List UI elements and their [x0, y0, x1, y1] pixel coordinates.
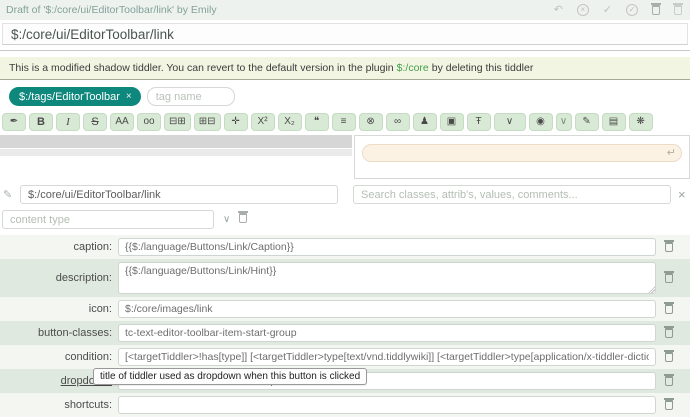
- field-label-shortcuts: shortcuts:: [0, 399, 118, 411]
- more-icon[interactable]: ❋: [629, 113, 653, 131]
- return-arrow-icon[interactable]: ↵: [667, 146, 676, 159]
- field-delete-shortcuts-button[interactable]: [656, 400, 682, 410]
- content-type-row: ∨: [0, 210, 690, 235]
- tag-pill-editortoolbar[interactable]: $:/tags/EditorToolbar ×: [9, 87, 141, 106]
- stamp-icon[interactable]: ♟: [413, 113, 437, 131]
- field-input-icon[interactable]: [118, 300, 656, 318]
- preview-field-input[interactable]: ↵: [362, 144, 682, 162]
- header-actions: ↶ × ✓ ✓: [554, 4, 682, 16]
- tag-pill-label: $:/tags/EditorToolbar: [19, 91, 120, 103]
- editor-toolbar: ✒ B I S AA oo ⊟⊞ ⊞⊟ ✛ X² X₂ ❝ ≡ ⊗ ∞ ♟ ▣ …: [0, 112, 690, 134]
- tiddler-title-input[interactable]: [2, 23, 688, 45]
- notice-text-after: by deleting this tiddler: [432, 62, 534, 74]
- tiddlywiki-draft-editor: Draft of '$:/core/ui/EditorToolbar/link'…: [0, 0, 690, 417]
- shadow-tiddler-notice: This is a modified shadow tiddler. You c…: [0, 57, 690, 80]
- field-input-description[interactable]: {{$:/language/Buttons/Link/Hint}}: [118, 262, 656, 294]
- file-import-icon[interactable]: ▤: [602, 113, 626, 131]
- subscript-icon[interactable]: X₂: [278, 113, 302, 131]
- revert-icon[interactable]: ↶: [554, 5, 563, 16]
- content-type-delete-button[interactable]: [239, 213, 247, 226]
- source-pane-scrollbar[interactable]: [0, 135, 352, 148]
- field-label-condition: condition:: [0, 351, 118, 363]
- quote-icon[interactable]: ❝: [305, 113, 329, 131]
- preview-icon[interactable]: ◉: [529, 113, 553, 131]
- field-input-shortcuts[interactable]: [118, 396, 656, 414]
- transclude-icon[interactable]: Ŧ: [467, 113, 491, 131]
- mono-block-icon[interactable]: ⊞⊟: [194, 113, 221, 131]
- source-pane[interactable]: [0, 135, 352, 156]
- picture-icon[interactable]: ▣: [440, 113, 464, 131]
- linkify-icon[interactable]: ✎: [575, 113, 599, 131]
- field-label-icon: icon:: [0, 303, 118, 315]
- link-icon[interactable]: ∞: [386, 113, 410, 131]
- editor-panes: ↵: [0, 135, 690, 179]
- tag-name-input[interactable]: [147, 87, 235, 106]
- mono-line-icon[interactable]: ⊟⊞: [164, 113, 191, 131]
- paint-icon[interactable]: ✒: [2, 113, 26, 131]
- edit-search-row: ✎ ×: [0, 185, 690, 204]
- field-row-description: description: {{$:/language/Buttons/Link/…: [0, 259, 690, 297]
- preview-pane: ↵: [354, 135, 690, 179]
- clear-search-icon[interactable]: ×: [678, 187, 686, 202]
- list-bullet-icon[interactable]: ≡: [332, 113, 356, 131]
- field-delete-icon-button[interactable]: [656, 304, 682, 314]
- confirm-icon[interactable]: ✓: [626, 4, 638, 16]
- divider: [0, 50, 690, 51]
- italic-icon[interactable]: I: [56, 113, 80, 131]
- font-case-icon[interactable]: AA: [110, 113, 134, 131]
- save-check-icon[interactable]: ✓: [603, 5, 612, 16]
- field-delete-button-classes-button[interactable]: [656, 328, 682, 338]
- dropdown-tooltip: title of tiddler used as dropdown when t…: [93, 368, 367, 385]
- strikethrough-icon[interactable]: S: [83, 113, 107, 131]
- edited-tiddler-title-input[interactable]: [20, 185, 338, 204]
- delete-icon[interactable]: [652, 5, 660, 15]
- field-label-description: description:: [0, 272, 118, 284]
- field-delete-condition-button[interactable]: [656, 352, 682, 362]
- draft-title-label: Draft of '$:/core/ui/EditorToolbar/link'…: [6, 4, 217, 16]
- draft-header: Draft of '$:/core/ui/EditorToolbar/link'…: [0, 0, 690, 20]
- editor-height-icon[interactable]: ∨: [494, 113, 526, 131]
- preview-type-icon[interactable]: ∨: [556, 113, 572, 131]
- superscript-icon[interactable]: X²: [251, 113, 275, 131]
- notice-text-before: This is a modified shadow tiddler. You c…: [9, 62, 394, 74]
- field-row-caption: caption:: [0, 235, 690, 259]
- field-delete-caption-button[interactable]: [656, 242, 682, 252]
- field-input-button-classes[interactable]: [118, 324, 656, 342]
- title-row: [0, 20, 690, 46]
- content-type-input[interactable]: [2, 210, 214, 229]
- field-row-icon: icon:: [0, 297, 690, 321]
- field-delete-description-button[interactable]: [656, 273, 682, 283]
- field-delete-dropdown-button[interactable]: [656, 376, 682, 386]
- pencil-icon: ✎: [3, 188, 15, 201]
- tag-remove-icon[interactable]: ×: [126, 91, 132, 102]
- bold-icon[interactable]: B: [29, 113, 53, 131]
- field-row-button-classes: button-classes:: [0, 321, 690, 345]
- field-input-condition[interactable]: [118, 348, 656, 366]
- field-input-caption[interactable]: [118, 238, 656, 256]
- chevron-down-icon[interactable]: ∨: [223, 214, 230, 225]
- field-row-shortcuts: shortcuts:: [0, 393, 690, 417]
- field-label-button-classes: button-classes:: [0, 327, 118, 339]
- tag-row: $:/tags/EditorToolbar ×: [0, 80, 690, 112]
- search-input[interactable]: [353, 185, 671, 204]
- excise-icon[interactable]: ⊗: [359, 113, 383, 131]
- field-row-condition: condition:: [0, 345, 690, 369]
- core-plugin-link[interactable]: $:/core: [397, 62, 429, 74]
- opacity-icon[interactable]: oo: [137, 113, 161, 131]
- line-width-icon[interactable]: ✛: [224, 113, 248, 131]
- delete-secondary-icon[interactable]: [674, 5, 682, 15]
- field-label-caption: caption:: [0, 241, 118, 253]
- source-pane-gutter: [0, 149, 352, 156]
- cancel-icon[interactable]: ×: [577, 4, 589, 16]
